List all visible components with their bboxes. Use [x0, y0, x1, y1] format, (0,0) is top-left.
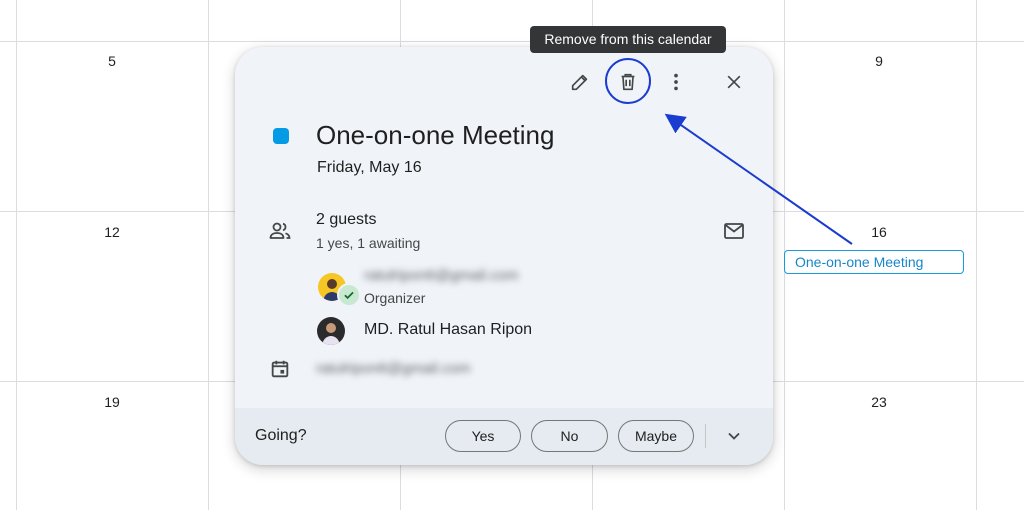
annotation-arrow	[664, 113, 853, 245]
